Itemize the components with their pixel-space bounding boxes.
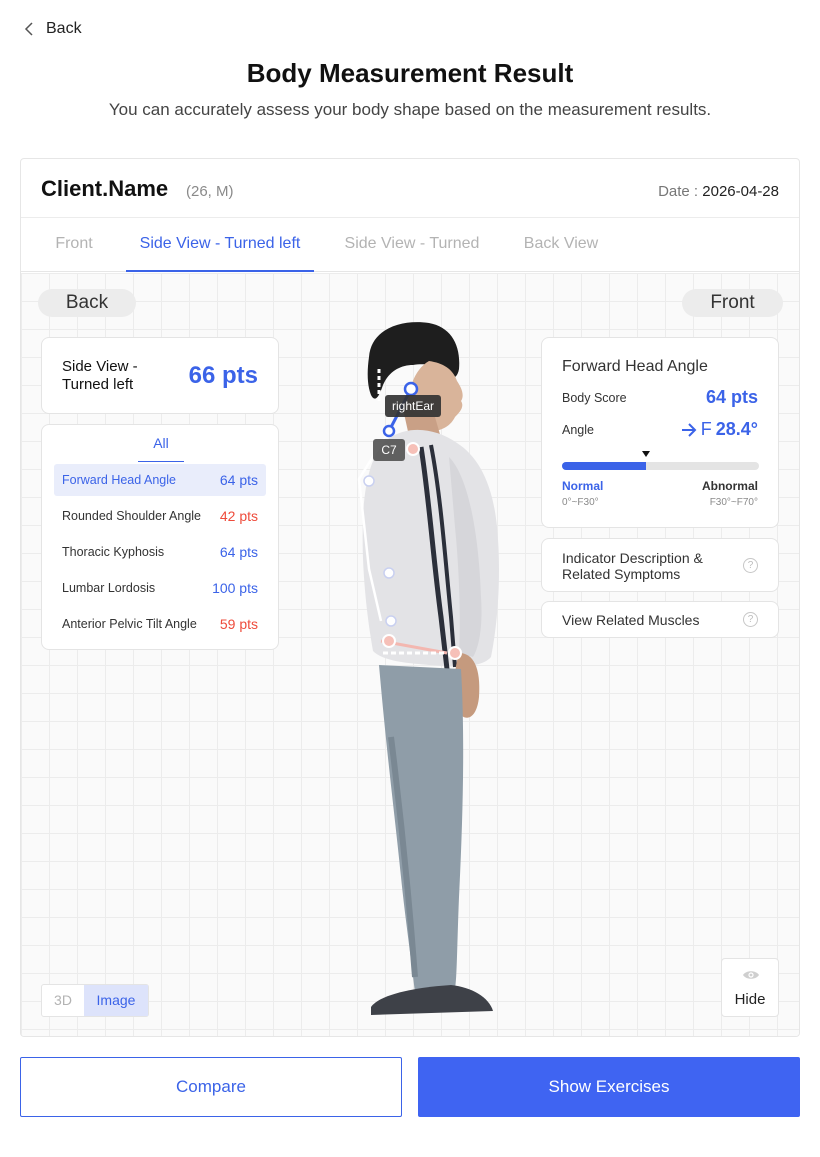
indicator-description-label: Indicator Description & Related Symptoms bbox=[562, 550, 703, 582]
hip-back-landmark[interactable] bbox=[382, 634, 396, 648]
shoes-shape bbox=[371, 985, 493, 1015]
c7-label: C7 bbox=[381, 443, 397, 457]
gauge-marker-icon bbox=[642, 451, 651, 457]
back-link[interactable]: Back bbox=[24, 20, 82, 38]
sacrum-landmark[interactable] bbox=[385, 615, 397, 627]
orientation-back-label: Back bbox=[38, 289, 136, 317]
c7-landmark[interactable] bbox=[382, 424, 396, 438]
hide-label: Hide bbox=[734, 991, 766, 1008]
view-tabs: Front View Side View - Turned left Side … bbox=[21, 219, 799, 302]
view-mode-image[interactable]: Image bbox=[84, 985, 148, 1016]
arrow-right-icon bbox=[681, 422, 697, 437]
chevron-left-icon bbox=[24, 22, 33, 36]
body-score-value: 64 pts bbox=[705, 387, 758, 407]
normal-range: 0°~F30° bbox=[562, 497, 599, 508]
body-side-image: rightEar C7 bbox=[357, 322, 499, 1015]
related-muscles-link[interactable]: View Related Muscles ? bbox=[541, 601, 779, 638]
view-mode-toggle: 3D Image bbox=[41, 984, 149, 1017]
measurement-date: Date : 2026-04-28 bbox=[658, 183, 779, 200]
client-header: Client.Name (26, M) Date : 2026-04-28 bbox=[21, 159, 799, 218]
hide-overlay-button[interactable]: Hide bbox=[721, 958, 779, 1017]
indicator-score: 64 pts bbox=[219, 472, 258, 488]
indicator-row-lumbar-lordosis[interactable]: Lumbar Lordosis 100 pts bbox=[54, 572, 266, 604]
date-value: 2026-04-28 bbox=[702, 183, 779, 200]
angle-gauge-fill bbox=[562, 462, 647, 470]
related-muscles-label: View Related Muscles bbox=[562, 612, 700, 628]
side-view-score-value: 66 pts bbox=[188, 362, 258, 389]
angle-label: Angle bbox=[562, 423, 594, 437]
eye-icon bbox=[743, 971, 759, 979]
angle-gauge bbox=[562, 462, 759, 470]
help-icon: ? bbox=[743, 558, 758, 573]
show-exercises-button[interactable]: Show Exercises bbox=[418, 1057, 800, 1117]
orientation-front-label: Front bbox=[682, 289, 783, 317]
indicator-row-anterior-pelvic-tilt[interactable]: Anterior Pelvic Tilt Angle 59 pts bbox=[54, 608, 266, 640]
indicator-list: All Forward Head Angle 64 pts Rounded Sh… bbox=[41, 424, 279, 650]
detail-title: Forward Head Angle bbox=[562, 358, 708, 375]
indicator-name: Anterior Pelvic Tilt Angle bbox=[62, 617, 197, 631]
hip-front-landmark[interactable] bbox=[448, 646, 462, 660]
indicator-score: 64 pts bbox=[219, 544, 258, 560]
indicator-row-forward-head-angle[interactable]: Forward Head Angle 64 pts bbox=[54, 464, 266, 496]
body-score-label: Body Score bbox=[562, 391, 627, 405]
compare-button[interactable]: Compare bbox=[20, 1057, 402, 1117]
indicator-score: 42 pts bbox=[219, 508, 258, 524]
ear-label: rightEar bbox=[392, 399, 434, 413]
indicator-description-link[interactable]: Indicator Description & Related Symptoms… bbox=[541, 538, 779, 592]
indicator-score: 59 pts bbox=[219, 616, 258, 632]
help-icon: ? bbox=[743, 612, 758, 627]
angle-value-group: F 28.4° bbox=[681, 419, 758, 440]
indicator-name: Lumbar Lordosis bbox=[62, 581, 156, 595]
tab-front-view[interactable]: Front View bbox=[37, 219, 111, 302]
tab-side-view-left[interactable]: Side View - Turned left bbox=[126, 219, 314, 272]
tab-side-view-right[interactable]: Side View - Turned right bbox=[329, 219, 495, 302]
view-mode-3d[interactable]: 3D bbox=[42, 985, 84, 1016]
shoulder-landmark[interactable] bbox=[406, 442, 420, 456]
indicator-row-rounded-shoulder-angle[interactable]: Rounded Shoulder Angle 42 pts bbox=[54, 500, 266, 532]
trousers-shape bbox=[379, 665, 464, 993]
ear-landmark[interactable] bbox=[403, 381, 419, 397]
indicator-row-thoracic-kyphosis[interactable]: Thoracic Kyphosis 64 pts bbox=[54, 536, 266, 568]
indicator-name: Forward Head Angle bbox=[62, 473, 176, 487]
client-age-sex: (26, M) bbox=[186, 183, 234, 200]
abnormal-label: Abnormal bbox=[701, 479, 758, 493]
client-name: Client.Name bbox=[41, 176, 169, 201]
filter-tab-all[interactable]: All bbox=[138, 435, 184, 462]
indicator-name: Thoracic Kyphosis bbox=[62, 545, 165, 559]
angle-value: 28.4° bbox=[715, 419, 758, 439]
lumbar-landmark[interactable] bbox=[383, 567, 395, 579]
tab-back-view[interactable]: Back View bbox=[523, 219, 599, 272]
page-subtitle: You can accurately assess your body shap… bbox=[108, 100, 712, 119]
page-title: Body Measurement Result bbox=[246, 58, 574, 88]
measurement-canvas: Back Front Side View - Turned left 66 pt… bbox=[21, 273, 799, 1036]
indicator-detail-card: Forward Head Angle Body Score 64 pts Ang… bbox=[541, 337, 779, 528]
indicator-score: 100 pts bbox=[212, 580, 258, 596]
result-card: Client.Name (26, M) Date : 2026-04-28 Fr… bbox=[20, 158, 800, 1037]
side-view-score-card: Side View - Turned left 66 pts bbox=[41, 337, 279, 414]
abnormal-range: F30°~F70° bbox=[709, 497, 758, 508]
indicator-name: Rounded Shoulder Angle bbox=[62, 509, 202, 523]
normal-label: Normal bbox=[562, 479, 604, 493]
thoracic-landmark[interactable] bbox=[363, 475, 375, 487]
side-view-score-label: Side View - Turned left bbox=[62, 358, 138, 393]
date-label: Date : bbox=[658, 183, 699, 200]
back-label: Back bbox=[46, 20, 82, 37]
angle-direction: F bbox=[700, 419, 712, 439]
